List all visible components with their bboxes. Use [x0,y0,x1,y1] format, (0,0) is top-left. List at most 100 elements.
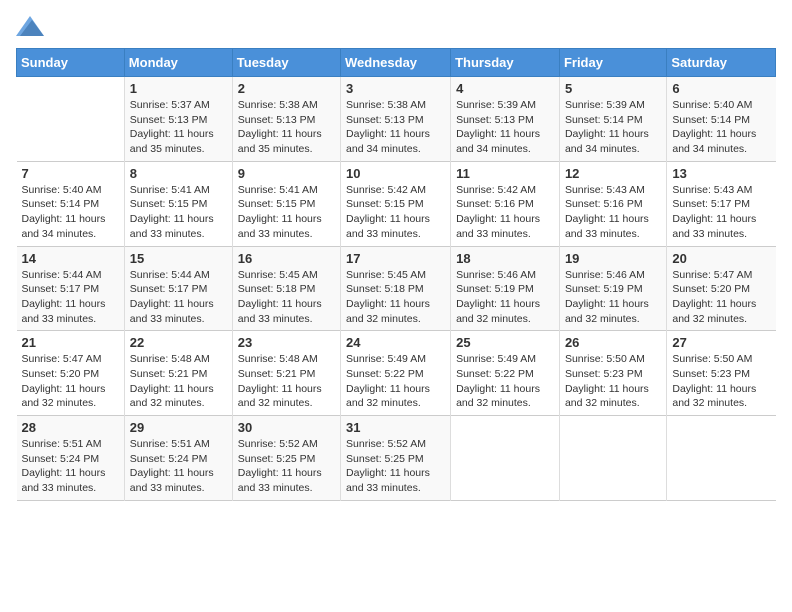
day-number: 1 [130,81,227,96]
daylight-minutes: and 33 minutes. [672,227,770,242]
daylight-text: Daylight: 11 hours [22,297,119,312]
daylight-text: Daylight: 11 hours [130,297,227,312]
calendar-cell: 18Sunrise: 5:46 AMSunset: 5:19 PMDayligh… [451,246,560,331]
daylight-minutes: and 34 minutes. [672,142,770,157]
sunrise-text: Sunrise: 5:39 AM [565,98,661,113]
daylight-minutes: and 33 minutes. [346,481,445,496]
calendar-cell: 21Sunrise: 5:47 AMSunset: 5:20 PMDayligh… [17,331,125,416]
day-info: Sunrise: 5:49 AMSunset: 5:22 PMDaylight:… [456,352,554,411]
weekday-header: Thursday [451,49,560,77]
sunrise-text: Sunrise: 5:40 AM [672,98,770,113]
daylight-minutes: and 32 minutes. [346,312,445,327]
day-number: 11 [456,166,554,181]
calendar-cell: 22Sunrise: 5:48 AMSunset: 5:21 PMDayligh… [124,331,232,416]
calendar-cell: 9Sunrise: 5:41 AMSunset: 5:15 PMDaylight… [232,161,340,246]
calendar-week-row: 7Sunrise: 5:40 AMSunset: 5:14 PMDaylight… [17,161,776,246]
sunset-text: Sunset: 5:20 PM [672,282,770,297]
day-number: 26 [565,335,661,350]
sunrise-text: Sunrise: 5:41 AM [130,183,227,198]
logo [16,16,48,36]
sunset-text: Sunset: 5:23 PM [672,367,770,382]
calendar-cell: 27 Sunrise: 5:50 AMSunset: 5:23 PMDayligh… [667,331,776,416]
daylight-text: Daylight: 11 hours [238,297,335,312]
daylight-minutes: and 34 minutes. [22,227,119,242]
sunset-text: Sunset: 5:14 PM [565,113,661,128]
daylight-minutes: and 33 minutes. [346,227,445,242]
daylight-text: Daylight: 11 hours [456,297,554,312]
sunset-text: Sunset: 5:19 PM [565,282,661,297]
daylight-text: Daylight: 11 hours [456,212,554,227]
day-number: 22 [130,335,227,350]
day-number: 23 [238,335,335,350]
day-info: Sunrise: 5:44 AMSunset: 5:17 PMDaylight:… [22,268,119,327]
day-number: 16 [238,251,335,266]
day-number: 29 [130,420,227,435]
day-number: 20 [672,251,770,266]
day-number: 15 [130,251,227,266]
sunrise-text: Sunrise: 5:37 AM [130,98,227,113]
day-info: Sunrise: 5:39 AMSunset: 5:13 PMDaylight:… [456,98,554,157]
sunrise-text: Sunrise: 5:52 AM [346,437,445,452]
daylight-text: Daylight: 11 hours [130,127,227,142]
sunset-text: Sunset: 5:17 PM [130,282,227,297]
daylight-text: Daylight: 11 hours [456,127,554,142]
day-info: Sunrise: 5:45 AMSunset: 5:18 PMDaylight:… [346,268,445,327]
sunrise-text: Sunrise: 5:42 AM [456,183,554,198]
sunset-text: Sunset: 5:16 PM [456,197,554,212]
sunset-text: Sunset: 5:15 PM [346,197,445,212]
day-number: 31 [346,420,445,435]
daylight-minutes: and 32 minutes. [22,396,119,411]
daylight-minutes: and 35 minutes. [130,142,227,157]
calendar-cell: 4 Sunrise: 5:39 AMSunset: 5:13 PMDaylight… [451,77,560,162]
daylight-minutes: and 32 minutes. [346,396,445,411]
daylight-minutes: and 33 minutes. [130,227,227,242]
daylight-text: Daylight: 11 hours [672,382,770,397]
weekday-header: Sunday [17,49,125,77]
calendar-cell: 8Sunrise: 5:41 AMSunset: 5:15 PMDaylight… [124,161,232,246]
sunrise-text: Sunrise: 5:51 AM [22,437,119,452]
daylight-text: Daylight: 11 hours [238,466,335,481]
calendar-cell: 26Sunrise: 5:50 AMSunset: 5:23 PMDayligh… [559,331,666,416]
calendar-cell [451,416,560,501]
day-info: Sunrise: 5:39 AMSunset: 5:14 PMDaylight:… [565,98,661,157]
weekday-header: Monday [124,49,232,77]
day-number: 17 [346,251,445,266]
daylight-text: Daylight: 11 hours [22,382,119,397]
day-info: Sunrise: 5:52 AMSunset: 5:25 PMDaylight:… [238,437,335,496]
sunset-text: Sunset: 5:22 PM [346,367,445,382]
day-number: 7 [22,166,119,181]
calendar-cell: 12Sunrise: 5:43 AMSunset: 5:16 PMDayligh… [559,161,666,246]
day-number: 24 [346,335,445,350]
calendar-cell: 31Sunrise: 5:52 AMSunset: 5:25 PMDayligh… [341,416,451,501]
daylight-minutes: and 33 minutes. [238,481,335,496]
daylight-minutes: and 33 minutes. [22,481,119,496]
day-info: Sunrise: 5:37 AMSunset: 5:13 PMDaylight:… [130,98,227,157]
day-info: Sunrise: 5:51 AMSunset: 5:24 PMDaylight:… [130,437,227,496]
daylight-text: Daylight: 11 hours [238,212,335,227]
sunset-text: Sunset: 5:24 PM [22,452,119,467]
day-info: Sunrise: 5:50 AMSunset: 5:23 PMDaylight:… [672,352,770,411]
sunset-text: Sunset: 5:13 PM [130,113,227,128]
day-number: 10 [346,166,445,181]
sunrise-text: Sunrise: 5:47 AM [22,352,119,367]
sunset-text: Sunset: 5:13 PM [238,113,335,128]
logo-icon [16,16,44,36]
daylight-text: Daylight: 11 hours [238,127,335,142]
day-number: 18 [456,251,554,266]
sunrise-text: Sunrise: 5:38 AM [346,98,445,113]
day-number: 30 [238,420,335,435]
daylight-minutes: and 33 minutes. [238,312,335,327]
sunrise-text: Sunrise: 5:38 AM [238,98,335,113]
daylight-minutes: and 33 minutes. [22,312,119,327]
day-number: 4 [456,81,554,96]
sunrise-text: Sunrise: 5:49 AM [346,352,445,367]
weekday-header: Friday [559,49,666,77]
weekday-header: Tuesday [232,49,340,77]
calendar-cell: 28Sunrise: 5:51 AMSunset: 5:24 PMDayligh… [17,416,125,501]
daylight-text: Daylight: 11 hours [565,382,661,397]
daylight-minutes: and 32 minutes. [565,396,661,411]
day-number: 27 [672,335,770,350]
sunrise-text: Sunrise: 5:43 AM [565,183,661,198]
daylight-text: Daylight: 11 hours [346,127,445,142]
sunrise-text: Sunrise: 5:46 AM [456,268,554,283]
